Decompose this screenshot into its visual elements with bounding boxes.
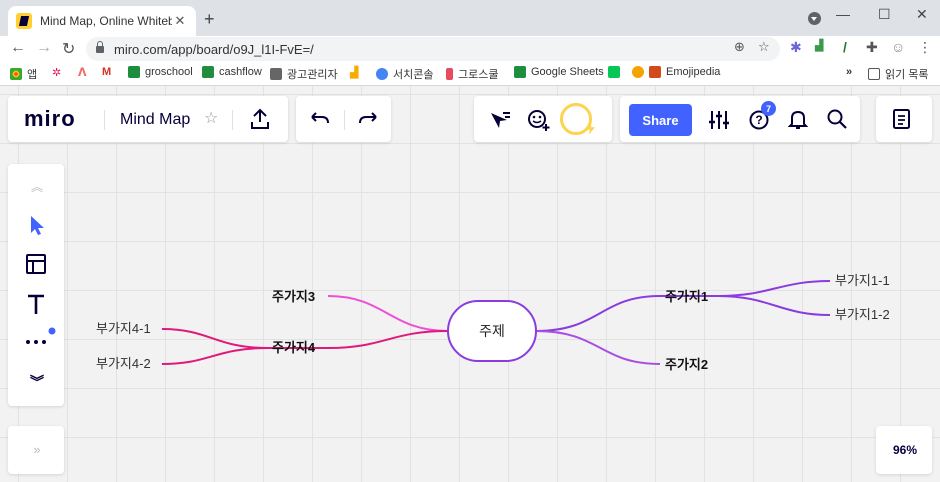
sheet-icon	[514, 66, 526, 78]
apps-grid-icon	[10, 68, 22, 80]
reading-list-icon	[868, 68, 880, 80]
bookmark-groschool[interactable]: groschool	[128, 66, 193, 78]
search-console-icon	[376, 68, 388, 80]
bookmark-emojipedia[interactable]: Emojipedia	[632, 66, 720, 78]
emojipedia-icon	[649, 66, 661, 78]
bookmarks-bar: 앱 ✲ ᐱ M groschool cashflow 광고관리자 ▟ 서치콘솔 …	[0, 62, 940, 86]
leaf-1-2-label[interactable]: 부가지1-2	[835, 307, 890, 322]
back-icon[interactable]: ←	[10, 39, 26, 57]
bookmark-growschool[interactable]: 그로스쿨	[446, 66, 498, 82]
browser-tab[interactable]: Mind Map, Online Whiteboard f ✕	[8, 6, 196, 36]
bookmark-search-console[interactable]: 서치콘솔	[376, 66, 433, 82]
extension-gear-icon[interactable]: ✱	[790, 39, 802, 56]
connector-leaf-4-1	[161, 328, 269, 349]
leaf-4-1-label[interactable]: 부가지4-1	[96, 321, 151, 336]
reading-list[interactable]: 읽기 목록	[868, 66, 929, 82]
gmail-icon[interactable]: M	[102, 66, 111, 78]
branch-4-label[interactable]: 주가지4	[272, 340, 316, 355]
connector-branch-2	[535, 330, 661, 365]
bookmark-apps[interactable]: 앱	[10, 66, 37, 82]
branch-3-label[interactable]: 주가지3	[272, 289, 315, 304]
bookmark-ad-manager[interactable]: 광고관리자	[270, 66, 338, 82]
page-icon	[270, 68, 282, 80]
bookmark-line[interactable]	[608, 66, 625, 78]
connector-branch-1	[535, 295, 661, 332]
sheet-icon	[128, 66, 140, 78]
connector-branch-4	[327, 330, 449, 349]
reload-icon[interactable]: ↻	[62, 39, 75, 59]
bookmark-google-sheets[interactable]: Google Sheets	[514, 66, 604, 78]
browser-tab-strip: Mind Map, Online Whiteboard f ✕ + — ☐ ✕	[0, 0, 940, 36]
miro-favicon-icon	[16, 13, 32, 29]
browser-toolbar: ← → ↻ miro.com/app/board/o9J_l1I-FvE=/ ⊕…	[0, 36, 940, 62]
extension-chart-icon[interactable]: ▟	[815, 39, 823, 52]
more-bookmarks-icon[interactable]: »	[846, 66, 852, 78]
forward-icon[interactable]: →	[36, 39, 52, 57]
branch-1-label[interactable]: 주가지1	[665, 289, 708, 304]
profile-avatar-icon[interactable]: ☺	[891, 39, 905, 55]
lock-icon	[96, 40, 104, 53]
sheet-icon	[202, 66, 214, 78]
branch-2-label[interactable]: 주가지2	[665, 357, 708, 372]
page-icon	[446, 68, 453, 80]
leaf-1-1-label[interactable]: 부가지1-1	[835, 273, 890, 288]
maximize-icon[interactable]: ☐	[878, 6, 891, 23]
minimize-icon[interactable]: —	[836, 6, 850, 22]
close-window-icon[interactable]: ✕	[916, 6, 928, 23]
center-node-label: 주제	[479, 323, 505, 339]
url-text: miro.com/app/board/o9J_l1I-FvE=/	[114, 41, 314, 57]
extension-slash-icon[interactable]: /	[843, 39, 847, 55]
connector-leaf-1-2	[717, 295, 831, 316]
connector-branch-3	[327, 295, 449, 332]
browser-menu-icon[interactable]: ⋮	[918, 39, 932, 56]
bookmark-star-icon[interactable]: ☆	[758, 39, 770, 55]
new-tab-icon[interactable]: +	[204, 9, 215, 30]
connector-leaf-1-1	[717, 280, 831, 297]
asana-icon[interactable]: ᐱ	[78, 66, 87, 79]
slack-icon[interactable]: ✲	[52, 66, 61, 79]
address-bar[interactable]: miro.com/app/board/o9J_l1I-FvE=/	[86, 37, 780, 61]
profile-menu-icon[interactable]	[808, 12, 821, 25]
bookmark-cashflow[interactable]: cashflow	[202, 66, 262, 78]
tab-close-icon[interactable]: ✕	[172, 13, 188, 29]
leaf-4-2-label[interactable]: 부가지4-2	[96, 356, 151, 371]
analytics-icon[interactable]: ▟	[350, 66, 358, 79]
tab-title: Mind Map, Online Whiteboard f	[40, 14, 172, 28]
zoom-icon[interactable]: ⊕	[734, 39, 745, 55]
connector-leaf-4-2	[161, 347, 269, 365]
extensions-puzzle-icon[interactable]: ✚	[866, 39, 878, 56]
line-icon	[608, 66, 620, 78]
emoji-icon	[632, 66, 644, 78]
mind-map: 주제 주가지1 주가지2 주가지3 주가지4 부가지1-1 부가지1-2 부가지…	[96, 273, 890, 372]
